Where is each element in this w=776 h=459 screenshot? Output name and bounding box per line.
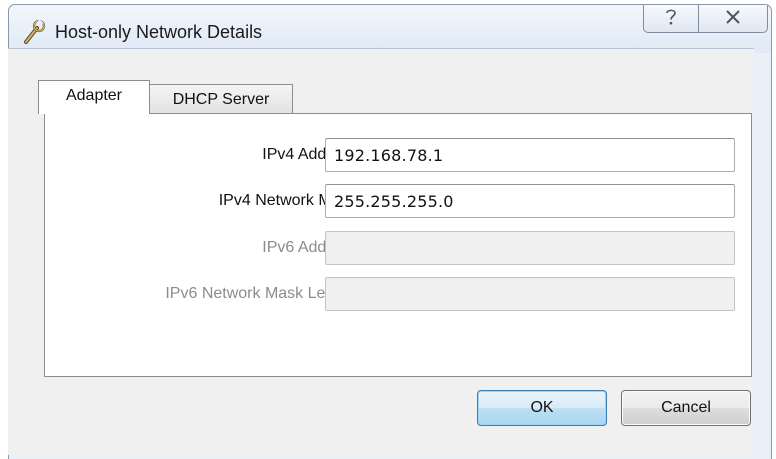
ipv4-address-row: IPv4 Address: xyxy=(45,138,751,172)
close-icon xyxy=(725,9,741,28)
tab-dhcp-server[interactable]: DHCP Server xyxy=(149,84,293,114)
ipv6-address-row: IPv6 Address: xyxy=(45,231,751,265)
tab-bar: Adapter DHCP Server xyxy=(38,80,293,114)
ipv6-mask-length-row: IPv6 Network Mask Length: xyxy=(45,277,751,311)
cancel-button[interactable]: Cancel xyxy=(621,390,751,426)
ipv6-mask-length-input xyxy=(325,277,735,311)
window-title: Host-only Network Details xyxy=(55,22,263,42)
ok-button[interactable]: OK xyxy=(477,390,607,426)
ipv4-mask-input[interactable] xyxy=(325,184,735,218)
help-button[interactable] xyxy=(643,5,699,33)
caption-buttons xyxy=(643,5,768,35)
close-button[interactable] xyxy=(699,5,768,33)
ipv4-mask-row: IPv4 Network Mask: xyxy=(45,184,751,218)
ipv6-address-input xyxy=(325,231,735,265)
page: Host-only Network Details Adapter DHCP S… xyxy=(0,0,776,459)
adapter-panel: IPv4 Address: IPv4 Network Mask: IPv6 Ad… xyxy=(44,113,752,377)
help-icon xyxy=(664,8,678,30)
wrench-icon xyxy=(23,19,46,44)
ipv4-address-input[interactable] xyxy=(325,138,735,172)
tab-adapter[interactable]: Adapter xyxy=(38,80,150,114)
